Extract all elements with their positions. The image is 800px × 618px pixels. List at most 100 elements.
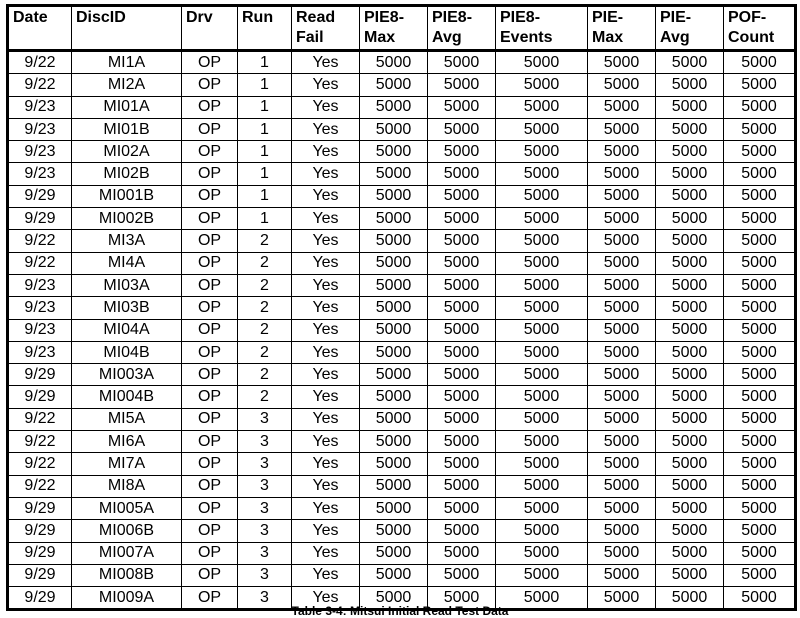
cell-pie-max: 5000 — [587, 318, 656, 342]
cell-pie8-max: 5000 — [359, 563, 428, 588]
cell-date: 9/23 — [7, 140, 72, 164]
cell-pie8-events: 5000 — [495, 95, 588, 119]
cell-drv: OP — [181, 452, 238, 476]
cell-pof-count: 5000 — [723, 95, 796, 119]
cell-date: 9/29 — [7, 519, 72, 543]
cell-read-fail: Yes — [291, 407, 360, 432]
table-row: 9/23 MI01A OP 1 Yes 5000 5000 5000 5000 5000 5000 — [7, 95, 796, 119]
cell-pie-max: 5000 — [587, 563, 656, 588]
cell-run: 1 — [237, 140, 292, 164]
table-row: 9/23 MI02A OP 1 Yes 5000 5000 5000 5000 5000 5000 — [7, 140, 796, 164]
cell-date: 9/22 — [7, 229, 72, 253]
cell-pie8-events: 5000 — [495, 251, 588, 275]
cell-pie-max: 5000 — [587, 251, 656, 275]
cell-run: 3 — [237, 407, 292, 432]
cell-read-fail: Yes — [291, 430, 360, 454]
cell-pie8-max: 5000 — [359, 340, 428, 365]
cell-pie8-avg: 5000 — [427, 229, 496, 253]
cell-date: 9/23 — [7, 318, 72, 342]
cell-pie-avg: 5000 — [655, 296, 724, 320]
cell-pie8-avg: 5000 — [427, 162, 496, 186]
cell-pie8-events: 5000 — [495, 140, 588, 164]
cell-disc-id: MI001B — [71, 184, 182, 209]
cell-date: 9/29 — [7, 563, 72, 588]
cell-pie8-max: 5000 — [359, 140, 428, 164]
cell-pof-count: 5000 — [723, 184, 796, 209]
cell-pie8-avg: 5000 — [427, 452, 496, 476]
cell-pie8-avg: 5000 — [427, 363, 496, 387]
table-row: 9/23 MI01B OP 1 Yes 5000 5000 5000 5000 5000 5000 — [7, 117, 796, 142]
cell-pie8-max: 5000 — [359, 73, 428, 97]
cell-drv: OP — [181, 207, 238, 231]
cell-disc-id: MI007A — [71, 541, 182, 565]
table-row: 9/22 MI3A OP 2 Yes 5000 5000 5000 5000 5000 5000 — [7, 229, 796, 253]
cell-disc-id: MI3A — [71, 229, 182, 253]
cell-pie8-max: 5000 — [359, 49, 428, 75]
column-header-label-line: PIE8- — [364, 9, 405, 26]
table-row: 9/23 MI03A OP 2 Yes 5000 5000 5000 5000 5000 5000 — [7, 273, 796, 298]
cell-read-fail: Yes — [291, 95, 360, 119]
cell-pie8-max: 5000 — [359, 162, 428, 186]
cell-run: 2 — [237, 251, 292, 275]
cell-pof-count: 5000 — [723, 340, 796, 365]
cell-drv: OP — [181, 251, 238, 275]
column-header-label-line: PIE- — [660, 9, 692, 26]
cell-read-fail: Yes — [291, 162, 360, 186]
cell-run: 1 — [237, 73, 292, 97]
cell-run: 2 — [237, 318, 292, 342]
cell-read-fail: Yes — [291, 452, 360, 476]
cell-pie8-events: 5000 — [495, 363, 588, 387]
cell-disc-id: MI008B — [71, 563, 182, 588]
cell-pie8-max: 5000 — [359, 474, 428, 498]
cell-pof-count: 5000 — [723, 296, 796, 320]
cell-run: 1 — [237, 207, 292, 231]
cell-pie-max: 5000 — [587, 207, 656, 231]
column-header-label-line: Avg — [432, 29, 462, 46]
cell-pof-count: 5000 — [723, 140, 796, 164]
cell-read-fail: Yes — [291, 541, 360, 565]
table-row: 9/29 MI002B OP 1 Yes 5000 5000 5000 5000 5000 5000 — [7, 207, 796, 231]
cell-run: 3 — [237, 430, 292, 454]
column-header-label-line: Max — [592, 29, 624, 46]
cell-pie8-avg: 5000 — [427, 95, 496, 119]
cell-date: 9/23 — [7, 340, 72, 365]
column-header-pie8-max: PIE8- Max — [359, 5, 428, 52]
table-row: 9/22 MI1A OP 1 Yes 5000 5000 5000 5000 5000 5000 — [7, 49, 796, 75]
cell-pie8-events: 5000 — [495, 296, 588, 320]
column-header-label-line: Date — [13, 9, 48, 26]
cell-read-fail: Yes — [291, 519, 360, 543]
cell-pof-count: 5000 — [723, 318, 796, 342]
table-container: Date DiscID Drv Run Read Fail PIE8- Max PIE8- Avg… — [6, 4, 797, 612]
cell-run: 1 — [237, 184, 292, 209]
cell-pie8-events: 5000 — [495, 49, 588, 75]
cell-pie8-events: 5000 — [495, 229, 588, 253]
cell-disc-id: MI01B — [71, 117, 182, 142]
cell-pie8-max: 5000 — [359, 95, 428, 119]
cell-run: 2 — [237, 340, 292, 365]
cell-read-fail: Yes — [291, 251, 360, 275]
cell-disc-id: MI04B — [71, 340, 182, 365]
cell-disc-id: MI03B — [71, 296, 182, 320]
cell-pie-max: 5000 — [587, 363, 656, 387]
table-row: 9/29 MI006B OP 3 Yes 5000 5000 5000 5000 5000 5000 — [7, 519, 796, 543]
cell-pof-count: 5000 — [723, 207, 796, 231]
column-header-label-line: Count — [728, 29, 775, 46]
cell-pie-avg: 5000 — [655, 49, 724, 75]
cell-read-fail: Yes — [291, 363, 360, 387]
cell-pie-avg: 5000 — [655, 207, 724, 231]
cell-read-fail: Yes — [291, 296, 360, 320]
table-body: 9/22 MI1A OP 1 Yes 5000 5000 5000 5000 5000 5000 9/… — [7, 49, 796, 611]
cell-run: 1 — [237, 95, 292, 119]
cell-pie-max: 5000 — [587, 541, 656, 565]
cell-drv: OP — [181, 95, 238, 119]
column-header-label-line: Run — [242, 9, 274, 26]
cell-pie8-max: 5000 — [359, 117, 428, 142]
cell-pof-count: 5000 — [723, 430, 796, 454]
cell-pie8-max: 5000 — [359, 318, 428, 342]
cell-date: 9/29 — [7, 207, 72, 231]
column-header-pie-max: PIE- Max — [587, 5, 656, 52]
cell-drv: OP — [181, 407, 238, 432]
cell-pie8-max: 5000 — [359, 541, 428, 565]
cell-pie8-events: 5000 — [495, 207, 588, 231]
table-row: 9/23 MI03B OP 2 Yes 5000 5000 5000 5000 5000 5000 — [7, 296, 796, 320]
